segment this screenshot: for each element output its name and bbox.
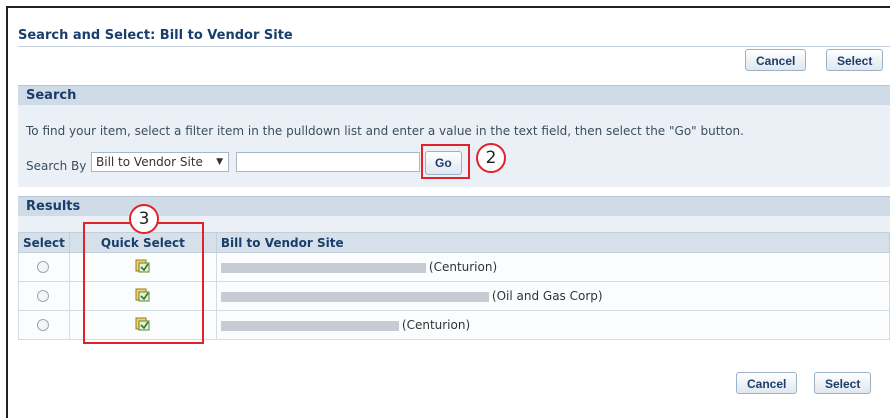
- select-button-bottom[interactable]: Select: [814, 372, 872, 394]
- col-select: Select: [18, 232, 70, 253]
- go-highlight-box: [421, 144, 470, 179]
- site-cell: (Oil and Gas Corp): [215, 281, 890, 311]
- page-title: Search and Select: Bill to Vendor Site: [18, 28, 293, 43]
- callout-2: 2: [476, 143, 506, 173]
- site-suffix: (Centurion): [428, 260, 498, 274]
- site-cell: (Centurion): [215, 252, 890, 282]
- select-button-top[interactable]: Select: [826, 49, 884, 71]
- search-instructions: To find your item, select a filter item …: [26, 124, 744, 138]
- redacted-text: [220, 262, 426, 273]
- col-bill-to-vendor-site: Bill to Vendor Site: [215, 232, 890, 253]
- search-by-label: Search By: [26, 159, 87, 173]
- search-by-value: Bill to Vendor Site: [96, 155, 203, 169]
- redacted-text: [220, 291, 489, 302]
- row-radio[interactable]: [37, 261, 49, 273]
- row-radio[interactable]: [37, 319, 49, 331]
- cancel-button-top[interactable]: Cancel: [745, 49, 807, 71]
- search-text-field[interactable]: [236, 152, 420, 172]
- site-suffix: (Oil and Gas Corp): [491, 289, 603, 303]
- search-by-dropdown[interactable]: Bill to Vendor Site ▼: [91, 152, 229, 172]
- chevron-down-icon: ▼: [216, 157, 223, 167]
- title-divider: [18, 46, 890, 47]
- site-suffix: (Centurion): [401, 318, 471, 332]
- quick-select-highlight-box: [83, 222, 204, 344]
- cancel-button-bottom[interactable]: Cancel: [736, 372, 798, 394]
- redacted-text: [220, 320, 399, 331]
- search-header: Search: [18, 85, 890, 105]
- callout-3: 3: [129, 204, 159, 234]
- site-cell: (Centurion): [215, 310, 890, 340]
- row-radio[interactable]: [37, 290, 49, 302]
